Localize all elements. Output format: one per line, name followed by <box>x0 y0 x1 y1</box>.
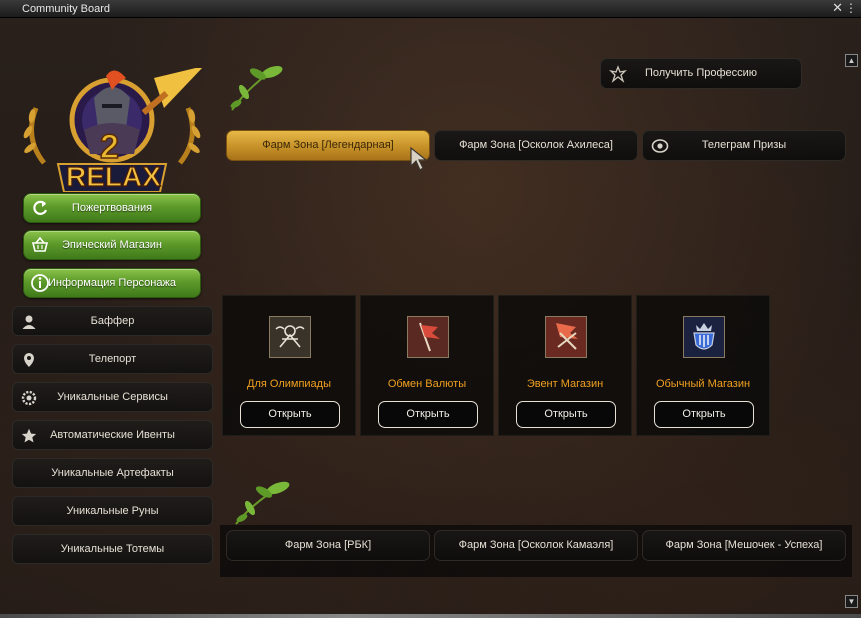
user-icon <box>22 315 36 329</box>
farm-zone-label: Фарм Зона [Осколок Камаэля] <box>458 539 614 551</box>
sidebar-item-unique-artifacts[interactable]: Уникальные Артефакты <box>12 458 213 488</box>
sidebar-item-label: Уникальные Руны <box>66 505 159 517</box>
shop-card-regular-shop: Обычный Магазин Открыть <box>636 295 770 436</box>
farm-zone-achilles-button[interactable]: Фарм Зона [Осколок Ахилеса] <box>434 130 638 161</box>
open-button[interactable]: Открыть <box>516 401 616 428</box>
leaf-decoration <box>235 481 290 525</box>
star-icon <box>21 428 37 443</box>
sidebar-item-unique-totems[interactable]: Уникальные Тотемы <box>12 534 213 564</box>
window-bottom-border <box>0 614 861 618</box>
flag-icon <box>407 316 449 358</box>
open-button[interactable]: Открыть <box>240 401 340 428</box>
shop-card-olympiad: Для Олимпиады Открыть <box>222 295 356 436</box>
open-button[interactable]: Открыть <box>378 401 478 428</box>
donations-label: Пожертвования <box>71 202 153 214</box>
sidebar-item-buffer[interactable]: Баффер <box>12 306 213 336</box>
sidebar-item-label: Уникальные Артефакты <box>51 467 174 479</box>
shop-card-currency-exchange: Обмен Валюты Открыть <box>360 295 494 436</box>
shop-card-label: Обычный Магазин <box>655 378 751 390</box>
farm-zone-label: Фарм Зона [Легендарная] <box>262 139 394 151</box>
flag-swords-icon <box>545 316 587 358</box>
scroll-up-arrow-icon[interactable]: ▲ <box>845 54 858 67</box>
shop-card-event-shop: Эвент Магазин Открыть <box>498 295 632 436</box>
sidebar-item-label: Уникальные Сервисы <box>57 391 168 403</box>
olympiad-emblem-icon <box>269 316 311 358</box>
title-bar: Community Board ✕ ⋮ <box>0 0 861 18</box>
close-icon[interactable]: ✕ <box>832 1 843 15</box>
profession-emblem-icon <box>609 65 627 83</box>
sidebar-item-label: Автоматические Ивенты <box>50 429 175 441</box>
farm-zone-label: Фарм Зона [Осколок Ахилеса] <box>459 139 613 151</box>
get-profession-label: Получить Профессию <box>644 67 758 79</box>
sidebar-item-teleport[interactable]: Телепорт <box>12 344 213 374</box>
info-icon <box>31 274 49 292</box>
basket-icon <box>31 236 49 252</box>
farm-zone-pouch-button[interactable]: Фарм Зона [Мешочек - Успеха] <box>642 530 846 561</box>
character-info-label: Информация Персонажа <box>48 277 176 289</box>
telegram-prizes-button[interactable]: Телеграм Призы <box>642 130 846 161</box>
character-info-button[interactable]: Информация Персонажа <box>23 268 201 298</box>
location-pin-icon <box>24 353 34 367</box>
sidebar-item-label: Уникальные Тотемы <box>60 543 165 555</box>
sidebar-item-unique-runes[interactable]: Уникальные Руны <box>12 496 213 526</box>
epic-shop-button[interactable]: Эпический Магазин <box>23 230 201 260</box>
scroll-down-arrow-icon[interactable]: ▼ <box>845 595 858 608</box>
leaf-decoration <box>230 65 283 111</box>
shop-card-label: Обмен Валюты <box>387 378 467 390</box>
refresh-icon <box>33 200 48 215</box>
window-title: Community Board <box>22 3 111 15</box>
telegram-prizes-label: Телеграм Призы <box>701 139 787 151</box>
donations-button[interactable]: Пожертвования <box>23 193 201 223</box>
open-button[interactable]: Открыть <box>654 401 754 428</box>
menu-dots-icon[interactable]: ⋮ <box>845 1 857 15</box>
shop-card-label: Эвент Магазин <box>526 378 604 390</box>
sidebar-item-unique-services[interactable]: Уникальные Сервисы <box>12 382 213 412</box>
logo-text: RELAX <box>66 161 161 192</box>
crown-shield-icon <box>683 316 725 358</box>
get-profession-button[interactable]: Получить Профессию <box>600 58 802 89</box>
farm-zone-rbk-button[interactable]: Фарм Зона [РБК] <box>226 530 430 561</box>
sidebar-item-label: Баффер <box>90 315 135 327</box>
farm-zone-label: Фарм Зона [Мешочек - Успеха] <box>665 539 823 551</box>
telegram-eye-icon <box>651 139 669 153</box>
server-logo: 2 RELAX <box>14 66 210 193</box>
shop-card-label: Для Олимпиады <box>247 378 331 390</box>
farm-zone-label: Фарм Зона [РБК] <box>284 539 372 551</box>
sidebar-item-label: Телепорт <box>88 353 137 365</box>
farm-zone-kamael-button[interactable]: Фарм Зона [Осколок Камаэля] <box>434 530 638 561</box>
gear-icon <box>21 390 37 406</box>
sidebar-item-auto-events[interactable]: Автоматические Ивенты <box>12 420 213 450</box>
mouse-cursor-icon <box>410 146 428 171</box>
farm-zone-legendary-button[interactable]: Фарм Зона [Легендарная] <box>226 130 430 161</box>
epic-shop-label: Эпический Магазин <box>62 239 162 251</box>
